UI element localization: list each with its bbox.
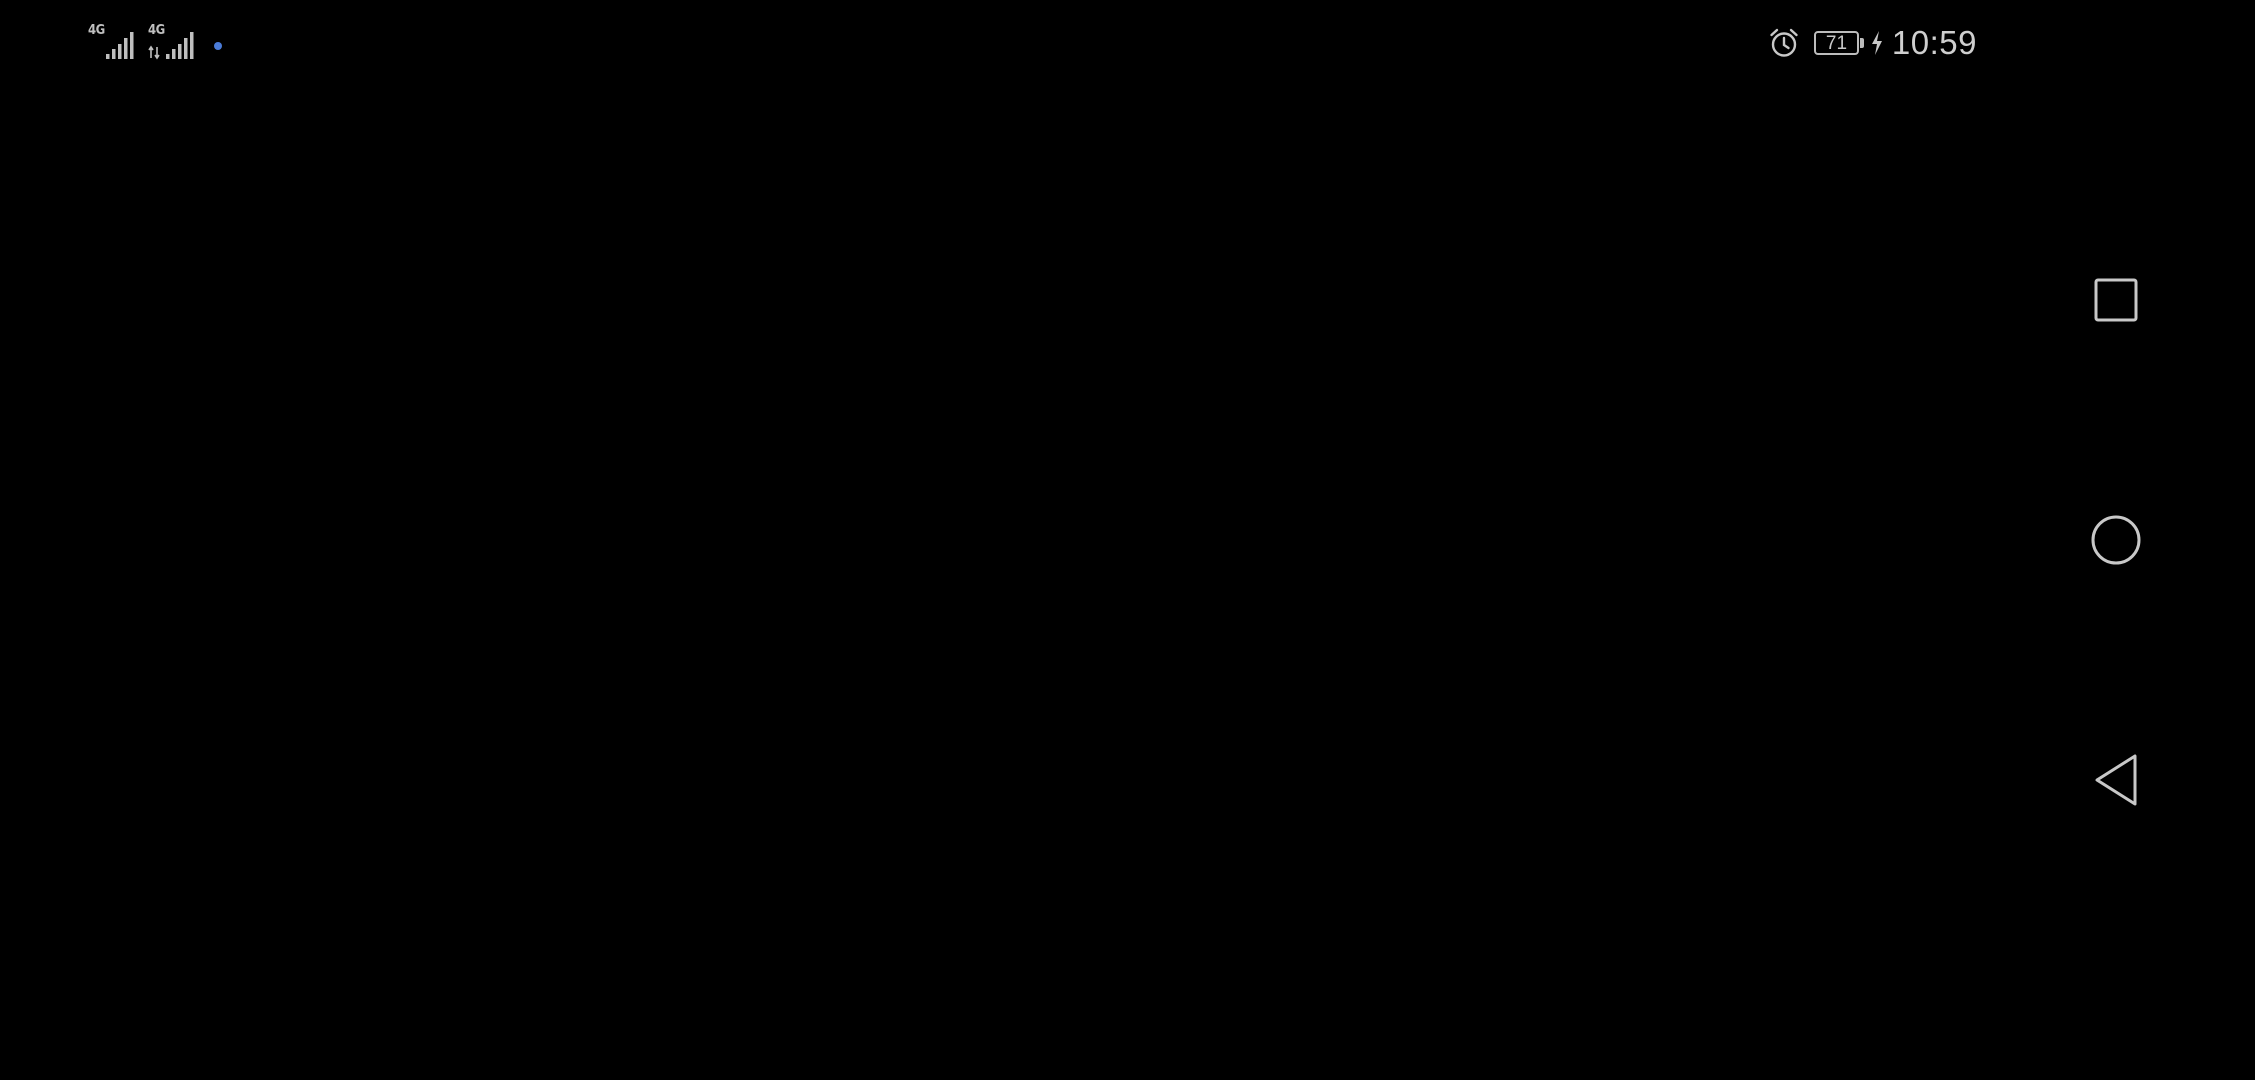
- circle-icon: [2091, 515, 2141, 565]
- back-button[interactable]: [2080, 744, 2152, 816]
- status-left-group: 4G 4G: [88, 24, 222, 60]
- sim2-signal-bars-icon: [148, 32, 194, 60]
- status-right-group: 71 10:59: [1768, 18, 1977, 68]
- screen: 4G 4G 71 10:59: [0, 0, 2255, 1080]
- navigation-bar: [2000, 0, 2255, 1080]
- square-icon: [2094, 278, 2138, 322]
- sim1-signal-bars-icon: [106, 32, 134, 59]
- battery-body: 71: [1813, 31, 1859, 55]
- notification-dot: [214, 42, 222, 50]
- recents-button[interactable]: [2080, 264, 2152, 336]
- alarm-clock-icon: [1770, 28, 1798, 57]
- status-bar: 4G 4G 71 10:59: [0, 0, 2000, 86]
- lightning-bolt-icon: [1871, 31, 1882, 55]
- battery-indicator: 71: [1813, 30, 1864, 56]
- sim2-signal: 4G: [148, 24, 200, 60]
- battery-cap: [1860, 38, 1864, 48]
- sim1-signal: 4G: [88, 24, 140, 60]
- battery-level: 71: [1825, 32, 1848, 54]
- status-clock: 10:59: [1891, 24, 1977, 61]
- triangle-back-icon: [2095, 754, 2137, 806]
- home-button[interactable]: [2080, 504, 2152, 576]
